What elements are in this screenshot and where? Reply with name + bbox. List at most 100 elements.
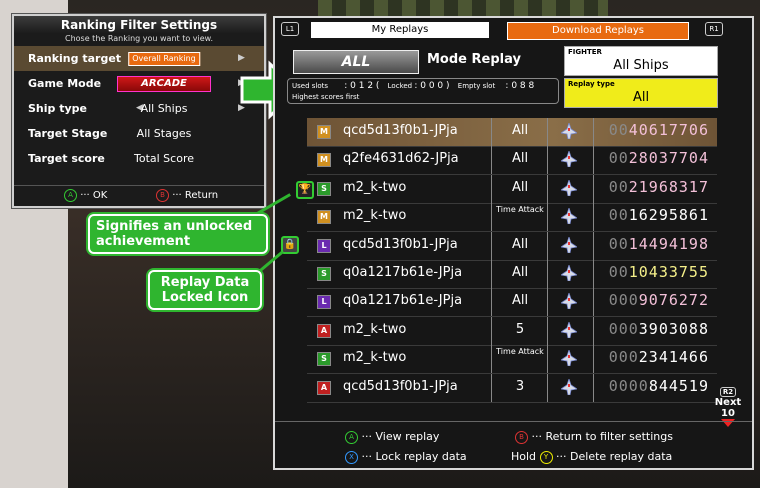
replay-category-icon: A [317,323,331,338]
replay-player-name: qcd5d13f0b1-JPja [343,378,458,394]
lock-replay-hint[interactable]: X ··· Lock replay data [345,450,467,464]
return-filter-hint[interactable]: B ··· Return to filter settings [515,430,673,444]
r1-button-icon[interactable]: R1 [705,22,723,36]
score-digits: 28037704 [628,149,709,168]
column-divider [547,118,548,146]
replay-category-icon: S [317,352,331,367]
column-divider [547,316,548,345]
filter-title: Ranking Filter Settings [14,16,264,34]
replay-row[interactable]: Am2_k-two 5 0003903088 [307,316,717,346]
fighter-ship-icon [559,348,579,367]
replay-row[interactable]: Sm2_k-two All 0021968317 [307,174,717,204]
replay-type-value: All [632,90,650,105]
replay-category-icon: A [317,380,331,395]
sort-order-label: Highest scores first [292,93,360,101]
ok-hint[interactable]: A ··· OK [64,186,107,206]
filter-value: All Stages [136,127,192,140]
column-divider [491,316,492,345]
column-divider [547,288,548,317]
filter-value: ARCADE [117,71,211,96]
filter-label: Ranking target [28,52,122,65]
a-button-icon: A [345,430,358,444]
filter-row-ranking-target[interactable]: Ranking target ◀ Overall Ranking ▶ [14,46,264,71]
replay-type: All [511,236,529,252]
ranking-target-pill: Overall Ranking [128,52,200,66]
replay-player-name: q0a1217b61e-JPja [343,293,463,309]
used-slots-value: : 0 1 2 ( [344,81,380,91]
my-replays-panel: L1 My Replays Download Replays R1 ALL Mo… [273,16,754,470]
filter-row-target-score[interactable]: Target score Total Score [14,146,264,171]
mode-badge: ALL [293,50,419,74]
replay-row[interactable]: Mqcd5d13f0b1-JPja All 0040617706 [307,118,717,147]
replay-row[interactable]: Mq2fe4631d62-JPja All 0028037704 [307,146,717,176]
replay-score: 0040617706 [609,121,709,139]
locked-value: : 0 0 0 ) [414,81,450,91]
replay-row[interactable]: Lq0a1217b61e-JPja All 0009076272 [307,288,717,318]
fighter-ship-icon [559,206,579,225]
filter-subtitle: Chose the Ranking you want to view. [65,34,213,43]
ranking-filter-panel: Ranking Filter Settings Chose the Rankin… [12,14,266,208]
fighter-ship-icon [559,235,579,253]
replay-player-name: q0a1217b61e-JPja [343,265,463,280]
tab-download-replays[interactable]: Download Replays [507,22,689,40]
replay-category-icon: L [317,238,331,253]
filter-label: Game Mode [28,77,102,90]
score-leading-zeros: 00 [608,263,629,281]
fighter-ship-icon [559,178,579,197]
score-leading-zeros: 0000 [608,376,649,395]
fighter-ship-icon [559,292,579,310]
column-divider [547,260,548,288]
empty-slot-value: : 0 8 8 [505,81,535,91]
fighter-ship-icon [559,263,579,282]
column-divider [491,373,492,402]
replay-score: 0016295861 [609,206,709,224]
fighter-filter[interactable]: FIGHTER All Ships [564,46,718,76]
replay-score: 0021968317 [609,178,709,196]
replay-score: 0002341466 [609,348,709,366]
fighter-label: FIGHTER [568,48,602,56]
return-label: ··· Return [172,190,219,201]
replay-type-filter[interactable]: Replay type All [564,78,718,108]
view-replay-hint[interactable]: A ··· View replay [345,430,439,444]
b-button-icon: B [515,430,528,444]
l1-button-icon[interactable]: L1 [281,22,299,36]
replay-category-icon: L [317,295,331,310]
replay-row[interactable]: Mm2_k-two Time Attack 0016295861 [307,203,717,233]
column-divider [593,345,594,374]
replay-type: All [511,293,529,309]
delete-replay-hint[interactable]: Hold Y ··· Delete replay data [511,450,672,464]
filter-row-ship-type[interactable]: Ship type ◀ All Ships ▶ [14,96,264,121]
replay-row[interactable]: Sm2_k-two Time Attack 0002341466 [307,345,717,375]
filter-value: Overall Ranking [128,46,200,71]
column-divider [593,288,594,317]
column-divider [547,174,548,203]
score-leading-zeros: 00 [608,149,629,168]
controls-footer: A ··· View replay B ··· Return to filter… [275,421,752,468]
locked-label: Locked [387,82,413,90]
replay-row[interactable]: Sq0a1217b61e-JPja All 0010433755 [307,260,717,289]
filter-label: Target score [28,152,105,165]
replay-row[interactable]: Lqcd5d13f0b1-JPja All 0014494198 [307,231,717,261]
replay-score: 0010433755 [609,263,709,281]
return-hint[interactable]: B ··· Return [156,186,218,206]
y-button-icon: Y [539,450,553,464]
replay-type: All [511,179,529,195]
replay-type: 3 [515,378,525,394]
column-divider [593,260,594,288]
replay-row[interactable]: Aqcd5d13f0b1-JPja 3 0000844519 [307,373,717,403]
tab-my-replays[interactable]: My Replays [311,22,489,38]
achievement-callout: Signifies an unlocked achievement [88,214,268,254]
lock-icon: 🔒 [281,236,299,254]
filter-row-game-mode[interactable]: Game Mode ◀ ARCADE ▶ [14,71,264,96]
return-filter-label: ··· Return to filter settings [531,430,673,443]
column-divider [593,316,594,345]
replay-player-name: m2_k-two [343,208,407,224]
fighter-ship-icon [559,150,579,168]
column-divider [491,174,492,203]
replay-player-name: m2_k-two [343,350,407,366]
score-digits: 9076272 [638,291,709,310]
mode-title: Mode Replay [427,52,521,67]
next-label: Next 10 [714,397,742,419]
filter-row-target-stage[interactable]: Target Stage All Stages [14,121,264,146]
replay-category-icon: M [317,153,331,168]
